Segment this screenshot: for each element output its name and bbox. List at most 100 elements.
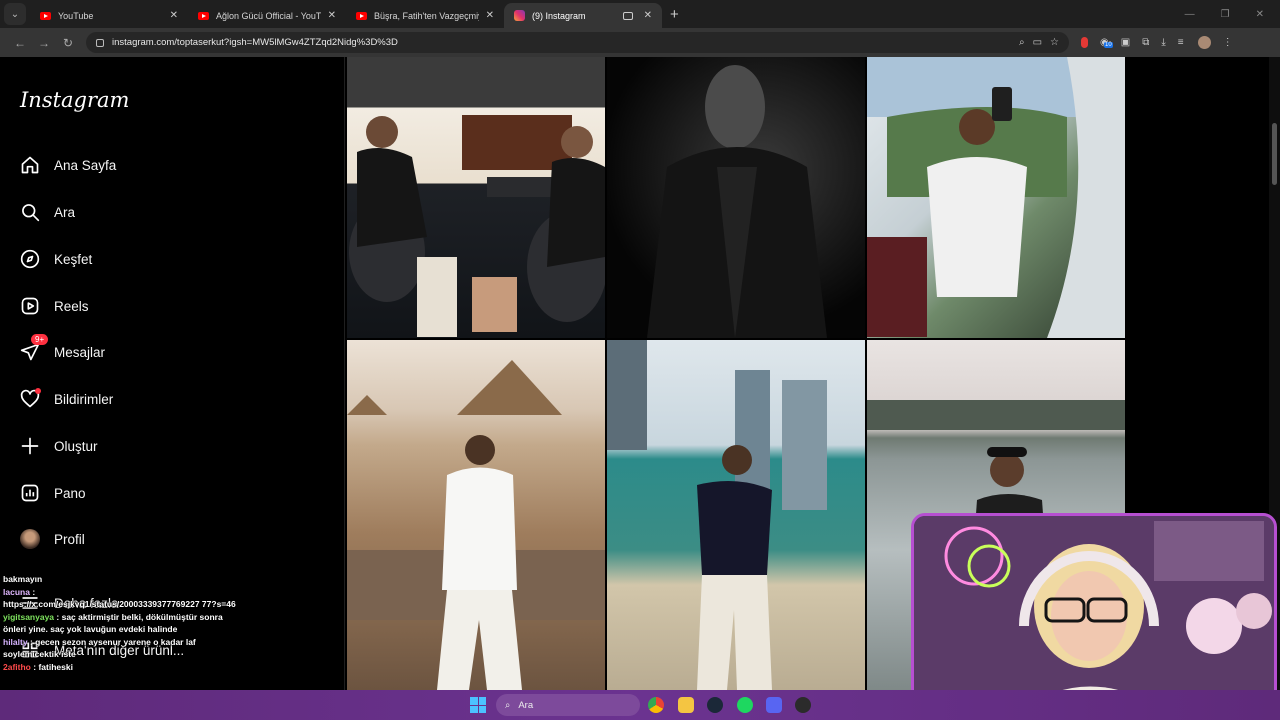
menu-dots-icon[interactable]: ⋮ bbox=[1223, 37, 1233, 48]
close-icon[interactable]: ✕ bbox=[328, 10, 336, 21]
nav-explore[interactable]: Keşfet bbox=[20, 249, 92, 269]
post-thumbnail[interactable] bbox=[607, 57, 865, 338]
bookmark-star-icon[interactable]: ☆ bbox=[1050, 37, 1059, 48]
search-icon: ⌕ bbox=[505, 699, 511, 711]
picture-in-picture-icon[interactable] bbox=[622, 11, 633, 20]
nav-label: Reels bbox=[54, 298, 89, 314]
youtube-icon bbox=[198, 11, 209, 20]
post-thumbnail[interactable] bbox=[867, 57, 1125, 338]
nav-messages[interactable]: 9+ Mesajlar bbox=[20, 334, 106, 362]
extension-red-icon[interactable] bbox=[1081, 37, 1088, 48]
nav-label: Profil bbox=[54, 531, 85, 547]
browser-toolbar: ← → ↻ instagram.com/toptaserkut?igsh=MW5… bbox=[0, 28, 1280, 57]
windows-start-icon[interactable] bbox=[470, 697, 486, 713]
post-photo-lake-towers bbox=[607, 340, 827, 690]
close-window-icon[interactable]: ✕ bbox=[1256, 9, 1264, 20]
nav-notifications[interactable]: Bildirimler bbox=[20, 388, 113, 409]
forward-icon[interactable]: → bbox=[32, 36, 56, 50]
file-explorer-icon[interactable] bbox=[678, 697, 694, 713]
messenger-icon bbox=[20, 343, 40, 361]
extension-icon[interactable]: ▣ bbox=[1121, 37, 1130, 48]
back-icon[interactable]: ← bbox=[8, 36, 32, 50]
nav-reels[interactable]: Reels bbox=[20, 296, 89, 316]
chat-message: 2afitho : fatiheski bbox=[3, 661, 243, 674]
chat-message: yigitsanyaya : saç aktirmiştir belki, dö… bbox=[3, 611, 243, 636]
chat-text: : bbox=[32, 586, 36, 597]
post-photo-two-men-talking bbox=[349, 115, 605, 337]
browser-tab-instagram[interactable]: (9) Instagram ✕ bbox=[504, 3, 662, 28]
tab-label: Büşra, Fatih'ten Vazgeçmiyor O bbox=[374, 10, 479, 21]
post-photo-mirror-selfie bbox=[867, 57, 1125, 338]
chat-text: bakmayın bbox=[3, 574, 43, 584]
instagram-icon bbox=[514, 10, 525, 21]
close-icon[interactable]: ✕ bbox=[486, 10, 494, 21]
post-thumbnail[interactable] bbox=[347, 57, 605, 338]
zoom-icon[interactable]: ⌕ bbox=[1019, 37, 1025, 48]
browser-tab-aglon[interactable]: Ağlon Gücü Official - YouTube ✕ bbox=[188, 3, 346, 28]
post-photo-leather-jacket bbox=[647, 65, 827, 338]
nav-profile[interactable]: Profil bbox=[20, 529, 85, 549]
search-icon bbox=[22, 204, 40, 222]
instagram-logo[interactable]: Instagram bbox=[20, 88, 129, 112]
tab-search-button[interactable]: ⌄ bbox=[4, 3, 26, 25]
tab-label: (9) Instagram bbox=[532, 10, 586, 21]
compass-icon bbox=[20, 249, 40, 269]
browser-tab-youtube[interactable]: YouTube ✕ bbox=[30, 3, 188, 28]
close-icon[interactable]: ✕ bbox=[170, 10, 178, 21]
windows-taskbar: ⌕ Ara bbox=[0, 690, 1280, 720]
profile-avatar bbox=[20, 529, 40, 549]
window-controls: — ❐ ✕ bbox=[1185, 0, 1280, 28]
taskbar-search[interactable]: ⌕ Ara bbox=[496, 694, 640, 716]
chat-message: bakmayın bbox=[3, 573, 243, 586]
spotify-icon[interactable] bbox=[737, 697, 753, 713]
chat-message: hilalty : gecen sezon aysenur yarene o k… bbox=[3, 636, 243, 661]
nav-search[interactable]: Ara bbox=[20, 202, 75, 222]
streamer-webcam bbox=[911, 513, 1277, 720]
nav-dashboard[interactable]: Pano bbox=[20, 483, 86, 503]
nav-label: Oluştur bbox=[54, 438, 98, 454]
browser-tab-strip: ⌄ YouTube ✕ Ağlon Gücü Official - YouTub… bbox=[0, 0, 1280, 28]
nav-label: Ara bbox=[54, 204, 76, 220]
scrollbar-thumb[interactable] bbox=[1272, 123, 1277, 185]
youtube-icon bbox=[40, 11, 51, 20]
steam-icon[interactable] bbox=[707, 697, 723, 713]
messages-badge: 9+ bbox=[31, 334, 49, 345]
new-tab-button[interactable]: + bbox=[670, 6, 679, 23]
download-icon[interactable]: ⤓ bbox=[1161, 37, 1165, 48]
extensions-puzzle-icon[interactable]: ⧉ bbox=[1142, 37, 1149, 48]
chat-username: hilalty bbox=[3, 636, 28, 647]
extension-badge-count: 10 bbox=[1104, 42, 1113, 48]
site-info-icon[interactable] bbox=[96, 38, 104, 47]
post-thumbnail[interactable] bbox=[607, 340, 865, 690]
notification-dot bbox=[35, 388, 41, 394]
browser-tab-busra[interactable]: Büşra, Fatih'ten Vazgeçmiyor O ✕ bbox=[346, 3, 504, 28]
media-control-icon[interactable]: ≡ bbox=[1178, 37, 1184, 48]
nav-create[interactable]: Oluştur bbox=[20, 436, 98, 456]
extension-badge-icon[interactable]: ◉10 bbox=[1100, 37, 1113, 48]
url-text[interactable]: instagram.com/toptaserkut?igsh=MW5lMGw4Z… bbox=[112, 37, 1011, 48]
chrome-icon[interactable] bbox=[648, 697, 664, 713]
tab-label: Ağlon Gücü Official - YouTube bbox=[216, 10, 321, 21]
post-photo-pyramid bbox=[347, 360, 605, 690]
close-icon[interactable]: ✕ bbox=[644, 10, 652, 21]
cast-icon[interactable]: ▭ bbox=[1033, 37, 1042, 48]
nav-home[interactable]: Ana Sayfa bbox=[20, 155, 116, 175]
chat-username: lacuna bbox=[3, 586, 30, 597]
obs-icon[interactable] bbox=[795, 697, 811, 713]
minimize-icon[interactable]: — bbox=[1185, 9, 1195, 20]
nav-label: Mesajlar bbox=[54, 344, 106, 360]
reload-icon[interactable]: ↻ bbox=[56, 36, 80, 50]
discord-icon[interactable] bbox=[766, 697, 782, 713]
nav-label: Pano bbox=[54, 485, 86, 501]
maximize-icon[interactable]: ❐ bbox=[1221, 9, 1230, 20]
chat-username: yigitsanyaya bbox=[3, 611, 55, 622]
nav-label: Keşfet bbox=[54, 251, 93, 267]
address-bar[interactable]: instagram.com/toptaserkut?igsh=MW5lMGw4Z… bbox=[86, 32, 1069, 53]
profile-avatar[interactable] bbox=[1197, 36, 1211, 49]
chat-text: https://x.com/esjkvq1/status/20003339377… bbox=[3, 599, 236, 609]
chat-message: lacuna : bbox=[3, 586, 243, 599]
home-icon bbox=[21, 156, 39, 174]
post-thumbnail[interactable] bbox=[347, 340, 605, 690]
taskbar-search-placeholder: Ara bbox=[518, 699, 534, 711]
chat-text: : fatiheski bbox=[33, 661, 73, 672]
